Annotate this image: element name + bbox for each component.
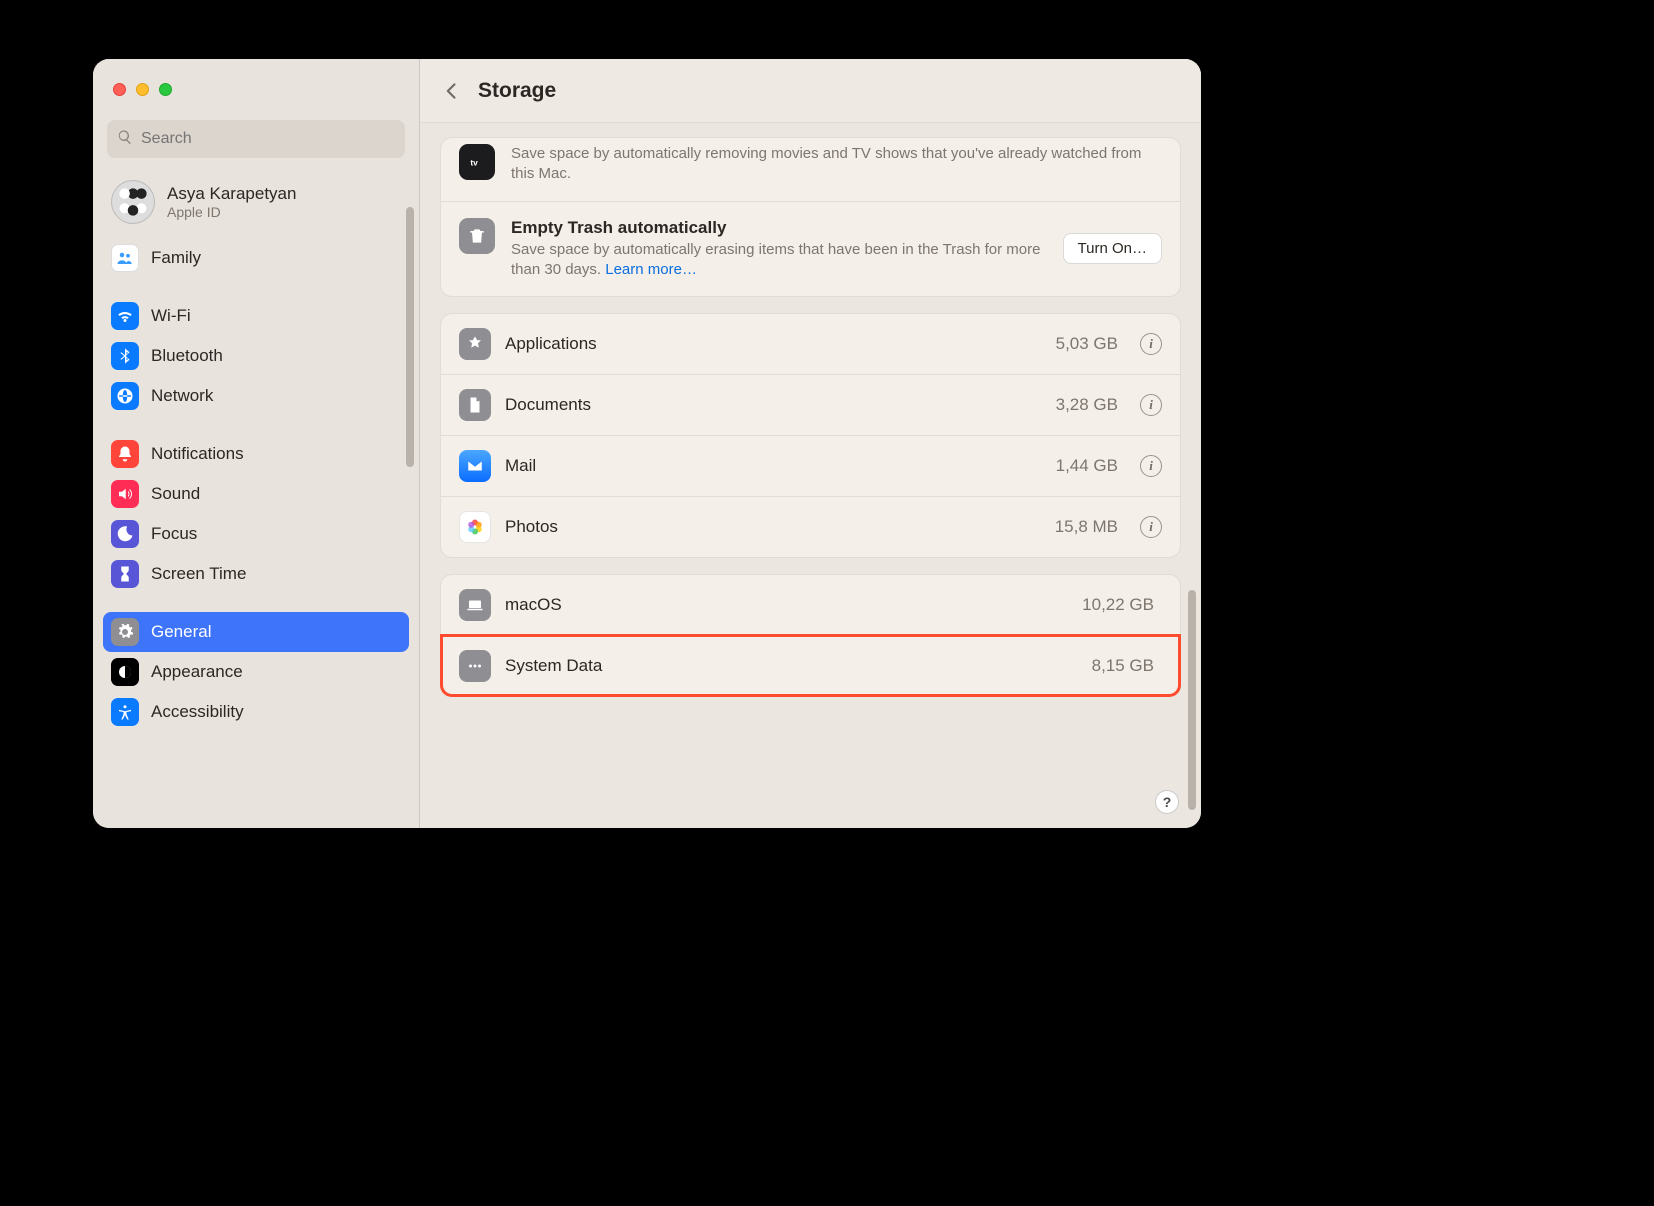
- system-label: System Data: [505, 656, 1078, 676]
- sidebar-item-label: Notifications: [151, 444, 244, 464]
- main-pane: Storage tv Save space by automatically r…: [420, 59, 1201, 828]
- toolbar: Storage: [420, 59, 1201, 123]
- category-row-applications[interactable]: Applications 5,03 GB i: [441, 314, 1180, 374]
- category-row-photos[interactable]: Photos 15,8 MB i: [441, 496, 1180, 557]
- sidebar-item-focus[interactable]: Focus: [103, 514, 409, 554]
- avatar: [111, 180, 155, 224]
- sidebar-item-label: Focus: [151, 524, 197, 544]
- appletv-icon: tv: [459, 144, 495, 180]
- system-data-icon: [459, 650, 491, 682]
- system-size: 8,15 GB: [1092, 656, 1154, 676]
- sidebar-item-label: Wi-Fi: [151, 306, 191, 326]
- category-row-documents[interactable]: Documents 3,28 GB i: [441, 374, 1180, 435]
- system-size: 10,22 GB: [1082, 595, 1154, 615]
- recommendations-card: tv Save space by automatically removing …: [440, 137, 1181, 297]
- sidebar-item-label: General: [151, 622, 211, 642]
- system-row-macos: macOS 10,22 GB: [441, 575, 1180, 635]
- sound-icon: [111, 480, 139, 508]
- sidebar-item-label: Screen Time: [151, 564, 246, 584]
- sidebar-item-wifi[interactable]: Wi-Fi: [103, 296, 409, 336]
- account-name: Asya Karapetyan: [167, 184, 296, 204]
- family-icon: [111, 244, 139, 272]
- minimize-window-button[interactable]: [136, 83, 149, 96]
- sidebar-item-family[interactable]: Family: [103, 238, 409, 278]
- appearance-icon: [111, 658, 139, 686]
- learn-more-link[interactable]: Learn more…: [605, 261, 697, 278]
- category-size: 3,28 GB: [1056, 395, 1118, 415]
- sidebar-item-label: Appearance: [151, 662, 243, 682]
- bluetooth-icon: [111, 342, 139, 370]
- main-scrollbar-track[interactable]: [1188, 125, 1196, 810]
- sidebar-item-general[interactable]: General: [103, 612, 409, 652]
- sidebar-item-label: Sound: [151, 484, 200, 504]
- sidebar-item-network[interactable]: Network: [103, 376, 409, 416]
- wifi-icon: [111, 302, 139, 330]
- back-button[interactable]: [442, 81, 462, 101]
- sidebar-item-accessibility[interactable]: Accessibility: [103, 692, 409, 732]
- sidebar-item-label: Network: [151, 386, 213, 406]
- screen-time-icon: [111, 560, 139, 588]
- system-row-system-data: System Data 8,15 GB: [441, 635, 1180, 696]
- recommendation-tv: tv Save space by automatically removing …: [441, 138, 1180, 201]
- category-size: 5,03 GB: [1056, 334, 1118, 354]
- info-icon[interactable]: i: [1140, 516, 1162, 538]
- sidebar-item-notifications[interactable]: Notifications: [103, 434, 409, 474]
- close-window-button[interactable]: [113, 83, 126, 96]
- main-scrollbar-thumb[interactable]: [1188, 590, 1196, 810]
- network-icon: [111, 382, 139, 410]
- category-label: Applications: [505, 334, 1042, 354]
- mail-icon: [459, 450, 491, 482]
- system-card: macOS 10,22 GB System Data 8,15 GB: [440, 574, 1181, 697]
- turn-on-button[interactable]: Turn On…: [1063, 233, 1162, 264]
- page-title: Storage: [478, 79, 556, 103]
- recommendation-trash: Empty Trash automatically Save space by …: [441, 201, 1180, 297]
- categories-card: Applications 5,03 GB i Documents 3,28 GB…: [440, 313, 1181, 558]
- documents-icon: [459, 389, 491, 421]
- sidebar-nav: Family Wi-Fi Bluetooth: [93, 234, 419, 742]
- category-size: 1,44 GB: [1056, 456, 1118, 476]
- help-button[interactable]: ?: [1155, 790, 1179, 814]
- focus-icon: [111, 520, 139, 548]
- category-label: Documents: [505, 395, 1042, 415]
- sidebar-item-appearance[interactable]: Appearance: [103, 652, 409, 692]
- notifications-icon: [111, 440, 139, 468]
- category-label: Mail: [505, 456, 1042, 476]
- apple-id-account[interactable]: Asya Karapetyan Apple ID: [93, 172, 419, 234]
- trash-icon: [459, 218, 495, 254]
- macos-icon: [459, 589, 491, 621]
- accessibility-icon: [111, 698, 139, 726]
- info-icon[interactable]: i: [1140, 455, 1162, 477]
- window-controls: [93, 73, 419, 110]
- system-label: macOS: [505, 595, 1068, 615]
- sidebar-item-sound[interactable]: Sound: [103, 474, 409, 514]
- search-input[interactable]: [141, 130, 395, 148]
- zoom-window-button[interactable]: [159, 83, 172, 96]
- recommendation-title: Empty Trash automatically: [511, 218, 1047, 238]
- info-icon[interactable]: i: [1140, 333, 1162, 355]
- sidebar-item-bluetooth[interactable]: Bluetooth: [103, 336, 409, 376]
- sidebar-item-label: Family: [151, 248, 201, 268]
- svg-text:tv: tv: [470, 157, 478, 167]
- category-size: 15,8 MB: [1055, 517, 1118, 537]
- category-label: Photos: [505, 517, 1041, 537]
- sidebar-item-label: Bluetooth: [151, 346, 223, 366]
- search-field[interactable]: [107, 120, 405, 158]
- general-icon: [111, 618, 139, 646]
- sidebar: Asya Karapetyan Apple ID Family Wi-Fi: [93, 59, 420, 828]
- sidebar-item-label: Accessibility: [151, 702, 244, 722]
- applications-icon: [459, 328, 491, 360]
- category-row-mail[interactable]: Mail 1,44 GB i: [441, 435, 1180, 496]
- search-icon: [117, 129, 141, 150]
- sidebar-item-screen-time[interactable]: Screen Time: [103, 554, 409, 594]
- info-icon[interactable]: i: [1140, 394, 1162, 416]
- photos-icon: [459, 511, 491, 543]
- sidebar-scrollbar[interactable]: [406, 207, 414, 467]
- account-sub: Apple ID: [167, 204, 296, 220]
- settings-window: Asya Karapetyan Apple ID Family Wi-Fi: [93, 59, 1201, 828]
- recommendation-desc: Save space by automatically removing mov…: [511, 144, 1162, 185]
- recommendation-desc: Save space by automatically erasing item…: [511, 240, 1047, 281]
